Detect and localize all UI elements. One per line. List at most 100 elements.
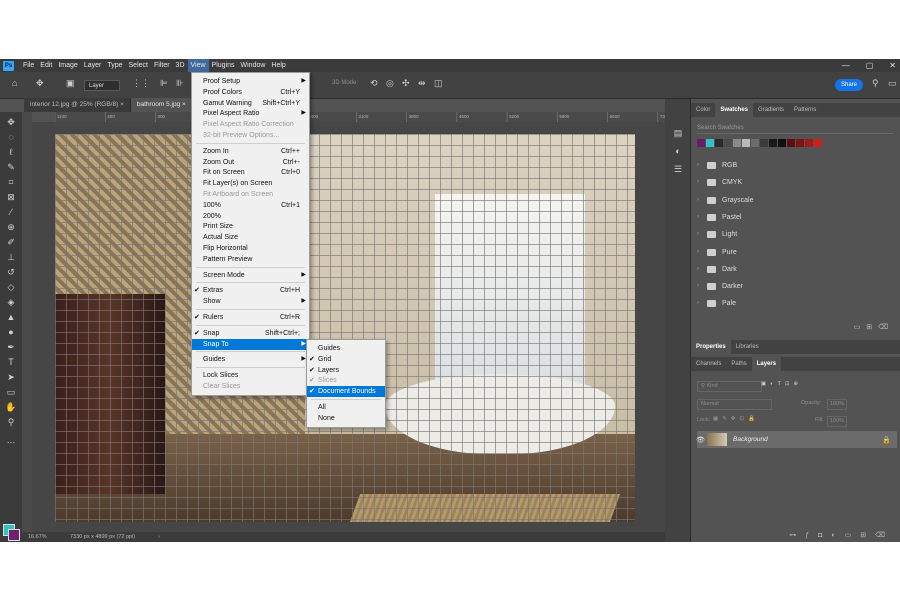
menu-window[interactable]: Window: [238, 59, 269, 72]
search-swatches-input[interactable]: Search Swatches: [697, 123, 893, 134]
menu-item-proof-setup[interactable]: Proof Setup ▶: [192, 76, 309, 87]
clone-stamp-icon[interactable]: ⊥: [4, 251, 18, 263]
menu-item-show[interactable]: Show ▶: [192, 296, 309, 307]
menu-item-none[interactable]: None: [307, 413, 385, 424]
tab-layers[interactable]: Layers: [751, 357, 782, 371]
menu-edit[interactable]: Edit: [37, 59, 55, 72]
paint-bucket-icon[interactable]: ◈: [4, 296, 18, 308]
menu-item-actual-size[interactable]: Actual Size: [192, 232, 309, 243]
recent-color-swatch[interactable]: [724, 139, 732, 147]
menu-item-pixel-aspect-ratio[interactable]: Pixel Aspect Ratio ▶: [192, 108, 309, 119]
search-icon[interactable]: ⚲: [872, 78, 879, 89]
swatch-folder-darker[interactable]: › Darker: [697, 278, 743, 295]
trash-icon[interactable]: ⌫: [878, 324, 894, 331]
recent-color-swatch[interactable]: [760, 139, 768, 147]
recent-color-swatch[interactable]: [769, 139, 777, 147]
chevron-right-icon[interactable]: ›: [697, 157, 705, 174]
chevron-right-icon[interactable]: ›: [697, 278, 705, 295]
swatch-folder-light[interactable]: › Light: [697, 226, 737, 243]
recent-color-swatch[interactable]: [796, 139, 804, 147]
blend-mode-dropdown[interactable]: Normal: [697, 399, 772, 410]
recent-color-swatch[interactable]: [751, 139, 759, 147]
layer-name[interactable]: Background: [733, 436, 768, 443]
background-color-swatch[interactable]: [8, 529, 20, 541]
menu-item-snap-to[interactable]: Snap To ▶: [192, 338, 309, 350]
link-icon[interactable]: ⊶: [789, 532, 805, 539]
swatch-folder-grayscale[interactable]: › Grayscale: [697, 192, 754, 209]
path-select-icon[interactable]: ➤: [4, 371, 18, 383]
shape-tool-icon[interactable]: ▭: [4, 386, 18, 398]
transform-controls-icon[interactable]: ⋮⋮: [132, 78, 150, 89]
menu-layer[interactable]: Layer: [81, 59, 105, 72]
menu-item-all[interactable]: All: [307, 402, 385, 413]
status-arrow-icon[interactable]: ›: [158, 532, 160, 542]
frame-tool-icon[interactable]: ⊠: [4, 191, 18, 203]
recent-color-swatch[interactable]: [778, 139, 786, 147]
3d-drag-icon[interactable]: ✣: [402, 78, 410, 89]
menu-item-proof-colors[interactable]: Proof Colors Ctrl+Y: [192, 87, 309, 98]
recent-color-swatch[interactable]: [787, 139, 795, 147]
menu-item-zoom-out[interactable]: Zoom Out Ctrl+-: [192, 157, 309, 168]
new-layer-icon[interactable]: ⊞: [860, 532, 875, 539]
adjustments-panel-icon[interactable]: ☰: [671, 163, 685, 175]
more-tools-icon[interactable]: …: [4, 434, 18, 446]
new-swatch-icon[interactable]: ⊞: [866, 324, 878, 331]
history-brush-icon[interactable]: ↺: [4, 266, 18, 278]
recent-color-swatch[interactable]: [715, 139, 723, 147]
swatch-folder-pale[interactable]: › Pale: [697, 295, 736, 312]
healing-brush-icon[interactable]: ⊕: [4, 221, 18, 233]
menu-type[interactable]: Type: [104, 59, 125, 72]
menu-plugins[interactable]: Plugins: [209, 59, 238, 72]
history-panel-icon[interactable]: ▤: [671, 127, 685, 139]
lock-icon[interactable]: 🔒: [882, 436, 891, 444]
3d-roll-icon[interactable]: ◎: [386, 78, 394, 89]
trash-icon[interactable]: ⌫: [875, 532, 894, 539]
zoom-tool-icon[interactable]: ⚲: [4, 416, 18, 428]
move-tool-icon[interactable]: ✥: [36, 78, 44, 89]
quick-select-tool-icon[interactable]: ✎: [4, 161, 18, 173]
menu-item-grid[interactable]: ✔ Grid: [307, 354, 385, 365]
tab-close-icon[interactable]: ×: [120, 101, 124, 108]
recent-color-swatch[interactable]: [742, 139, 750, 147]
tab-properties[interactable]: Properties: [691, 340, 731, 354]
menu-item-screen-mode[interactable]: Screen Mode ▶: [192, 270, 309, 281]
chevron-right-icon[interactable]: ›: [697, 174, 705, 191]
chevron-right-icon[interactable]: ›: [697, 192, 705, 209]
marquee-tool-icon[interactable]: ◌: [4, 131, 18, 143]
chevron-right-icon[interactable]: ›: [697, 209, 705, 226]
menu-select[interactable]: Select: [126, 59, 151, 72]
tab-libraries[interactable]: Libraries: [731, 340, 764, 354]
menu-3d[interactable]: 3D: [173, 59, 188, 72]
close-icon[interactable]: ✕: [889, 61, 896, 70]
auto-select-dropdown[interactable]: Layer: [84, 80, 120, 91]
pen-tool-icon[interactable]: ✒: [4, 341, 18, 353]
swatch-folder-dark[interactable]: › Dark: [697, 261, 737, 278]
tab-swatches[interactable]: Swatches: [715, 103, 754, 117]
zoom-level[interactable]: 16.67%: [28, 532, 47, 542]
swatch-folder-rgb[interactable]: › RGB: [697, 157, 737, 174]
menu-item-layers[interactable]: ✔ Layers: [307, 365, 385, 376]
move-tool-icon[interactable]: ✥: [4, 116, 18, 128]
menu-item-fit-layer-s-on-screen[interactable]: Fit Layer(s) on Screen: [192, 178, 309, 189]
menu-help[interactable]: Help: [268, 59, 288, 72]
menu-item-gamut-warning[interactable]: Gamut Warning Shift+Ctrl+Y: [192, 98, 309, 109]
maximize-icon[interactable]: ▢: [866, 61, 874, 70]
menu-view[interactable]: View: [187, 59, 209, 72]
chevron-right-icon[interactable]: ›: [697, 244, 705, 261]
adjustment-icon[interactable]: ◐: [831, 532, 844, 539]
tab-bathroom-5[interactable]: bathroom 5.jpg ×: [130, 98, 193, 112]
menu-item-lock-slices[interactable]: Lock Slices: [192, 370, 309, 381]
3d-slide-icon[interactable]: ⇹: [418, 78, 426, 89]
menu-item-zoom-in[interactable]: Zoom In Ctrl++: [192, 146, 309, 157]
chevron-right-icon[interactable]: ›: [697, 226, 705, 243]
3d-orbit-icon[interactable]: ⟲: [370, 78, 378, 89]
menu-item-rulers[interactable]: ✔ Rulers Ctrl+R: [192, 312, 309, 323]
menu-file[interactable]: File: [20, 59, 37, 72]
mask-icon[interactable]: ◘: [818, 532, 831, 539]
workspace-icon[interactable]: ▭: [888, 78, 897, 89]
folder-icon[interactable]: ▭: [854, 324, 867, 331]
swatch-folder-cmyk[interactable]: › CMYK: [697, 174, 742, 191]
menu-item-print-size[interactable]: Print Size: [192, 221, 309, 232]
menu-item-flip-horizontal[interactable]: Flip Horizontal: [192, 243, 309, 254]
dodge-tool-icon[interactable]: ●: [4, 326, 18, 338]
